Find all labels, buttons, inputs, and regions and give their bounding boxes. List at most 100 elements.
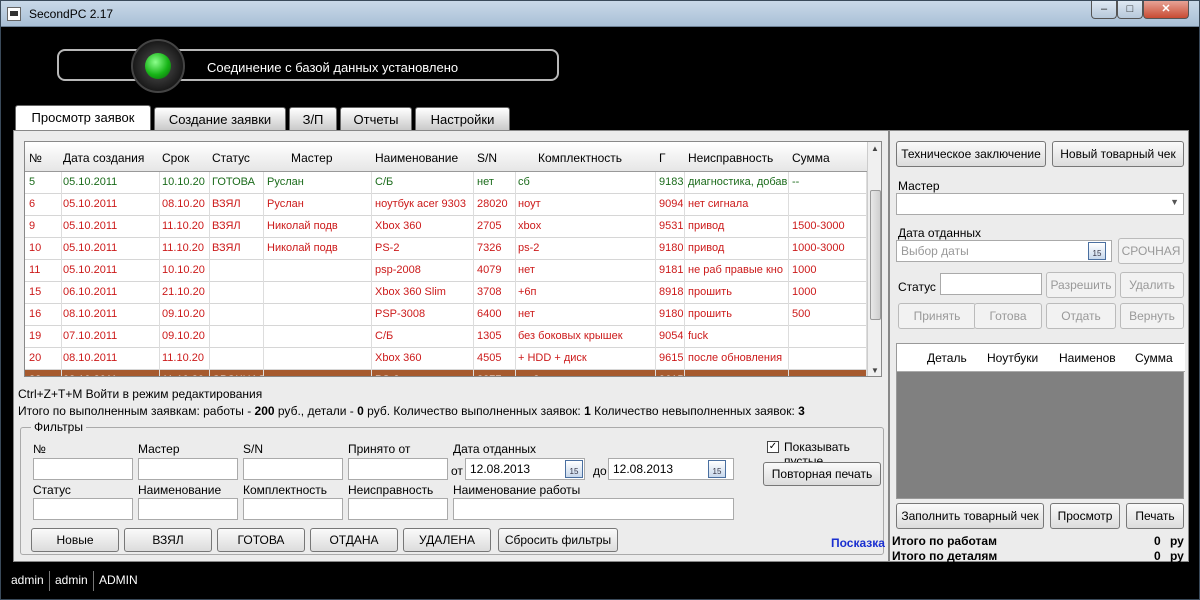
filter-accepted-input[interactable] xyxy=(348,458,448,480)
ready-button[interactable]: Готова xyxy=(974,303,1042,329)
col-header-number[interactable]: № xyxy=(29,151,42,165)
tab-reports[interactable]: Отчеты xyxy=(340,107,412,131)
col-header-sum[interactable]: Сумма xyxy=(792,151,830,165)
grid-column-divider xyxy=(866,172,867,376)
col-header-master[interactable]: Мастер xyxy=(291,151,333,165)
filter-taken-button[interactable]: ВЗЯЛ xyxy=(124,528,212,552)
filter-name-input[interactable] xyxy=(138,498,238,520)
tab-create-request[interactable]: Создание заявки xyxy=(154,107,286,131)
help-link[interactable]: Посказка xyxy=(831,536,885,550)
cell-created: 07.10.2011 xyxy=(63,330,118,342)
col-header-part[interactable]: Деталь xyxy=(927,351,967,365)
total-works-label: Итого по работам xyxy=(892,534,997,548)
fill-receipt-button[interactable]: Заполнить товарный чек xyxy=(896,503,1044,529)
tab-settings[interactable]: Настройки xyxy=(415,107,510,131)
app-icon xyxy=(7,7,21,21)
filter-ready-button[interactable]: ГОТОВА xyxy=(217,528,305,552)
completion-summary: Итого по выполненным заявкам: работы - 2… xyxy=(18,404,805,418)
cell-sn: 6400 xyxy=(477,308,502,320)
filter-status-input[interactable] xyxy=(33,498,133,520)
cell-deadline: 10.10.20 xyxy=(162,176,205,188)
table-row[interactable]: 10 05.10.2011 11.10.20 ВЗЯЛ Николай подв PS-2… xyxy=(25,238,867,260)
cell-created: 05.10.2011 xyxy=(63,198,118,210)
col-header-created[interactable]: Дата создания xyxy=(63,151,144,165)
col-header-name[interactable]: Наименование xyxy=(375,151,458,165)
col-header-laptops[interactable]: Ноутбуки xyxy=(987,351,1038,365)
cell-num: 15 xyxy=(29,286,42,298)
filter-kit-input[interactable] xyxy=(243,498,343,520)
show-empty-checkbox[interactable]: ✓ xyxy=(767,441,779,453)
table-row[interactable]: 16 08.10.2011 09.10.20 PSP-3008 6400 нет 9180 п… xyxy=(25,304,867,326)
cell-num: 9 xyxy=(29,220,36,232)
cell-sum: 1000-3000 xyxy=(792,242,845,254)
grid-scrollbar[interactable]: ▲ ▼ xyxy=(867,142,881,376)
date-given-input[interactable]: Выбор даты xyxy=(896,240,1112,262)
col-header-sn[interactable]: S/N xyxy=(477,151,497,165)
scroll-up-icon[interactable]: ▲ xyxy=(871,144,879,153)
allow-button[interactable]: Разрешить xyxy=(1046,272,1116,298)
table-row[interactable]: 11 05.10.2011 10.10.20 psp-2008 4079 нет 9181 н… xyxy=(25,260,867,282)
minimize-button[interactable]: – xyxy=(1091,1,1117,19)
delete-button[interactable]: Удалить xyxy=(1120,272,1184,298)
table-row[interactable]: 9 05.10.2011 11.10.20 ВЗЯЛ Николай подв Xbox … xyxy=(25,216,867,238)
cell-sum: 1000 xyxy=(792,286,817,298)
filter-kit-label: Комплектность xyxy=(243,483,328,497)
col-header-status[interactable]: Статус xyxy=(212,151,250,165)
table-row[interactable]: 6 05.10.2011 08.10.20 ВЗЯЛ Руслан ноутбук ace… xyxy=(25,194,867,216)
filter-new-button[interactable]: Новые xyxy=(31,528,119,552)
preview-button[interactable]: Просмотр xyxy=(1050,503,1120,529)
accept-button[interactable]: Принять xyxy=(898,303,976,329)
filter-given-button[interactable]: ОТДАНА xyxy=(310,528,398,552)
status-field[interactable] xyxy=(940,273,1042,295)
filter-work-input[interactable] xyxy=(453,498,734,520)
col-header-item-sum[interactable]: Сумма xyxy=(1135,351,1173,365)
calendar-icon[interactable]: 15 xyxy=(1088,242,1106,260)
grid-column-divider xyxy=(263,172,264,376)
cell-deadline: 21.10.20 xyxy=(162,286,205,298)
give-button[interactable]: Отдать xyxy=(1046,303,1116,329)
cell-sum: -- xyxy=(792,374,866,376)
cell-master: Николай подв xyxy=(267,220,338,232)
scroll-thumb[interactable] xyxy=(870,190,881,320)
table-row[interactable]: 22 08.10.201111.10.20 СРОЧНАЯ PS-2 2377ps-2 9… xyxy=(25,370,867,376)
filter-sn-input[interactable] xyxy=(243,458,343,480)
cell-deadline: 11.10.20 xyxy=(162,220,205,232)
tab-view-requests[interactable]: Просмотр заявок xyxy=(15,105,151,131)
close-button[interactable]: ✕ xyxy=(1143,1,1189,19)
table-row[interactable]: 19 07.10.2011 09.10.20 С/Б 1305 без боковых к… xyxy=(25,326,867,348)
tech-conclusion-button[interactable]: Техническое заключение xyxy=(896,141,1046,167)
urgent-button[interactable]: СРОЧНАЯ xyxy=(1118,238,1184,264)
grid-header: № Дата создания Срок Статус Мастер Наиме… xyxy=(25,142,867,172)
reset-filters-button[interactable]: Сбросить фильтры xyxy=(498,528,618,552)
status-login: admin xyxy=(55,573,88,587)
cell-created: 08.10.2011 xyxy=(63,352,118,364)
table-row[interactable]: 15 06.10.2011 21.10.20 Xbox 360 Slim 3708 +6п… xyxy=(25,282,867,304)
scroll-down-icon[interactable]: ▼ xyxy=(871,366,879,375)
col-header-fault[interactable]: Неисправность xyxy=(688,151,773,165)
calendar-icon[interactable]: 15 xyxy=(565,460,583,478)
filter-deleted-button[interactable]: УДАЛЕНА xyxy=(403,528,491,552)
filter-fault-input[interactable] xyxy=(348,498,448,520)
col-header-deadline[interactable]: Срок xyxy=(162,151,189,165)
table-row[interactable]: 20 08.10.2011 11.10.20 Xbox 360 4505 + HDD + … xyxy=(25,348,867,370)
maximize-button[interactable]: □ xyxy=(1117,1,1143,19)
summary-text: Количество невыполненных заявок: xyxy=(590,404,799,418)
reprint-button[interactable]: Повторная печать xyxy=(763,462,881,486)
tab-salary[interactable]: З/П xyxy=(289,107,337,131)
table-row[interactable]: 5 05.10.2011 10.10.20 ГОТОВА Руслан С/Б нет сб 9… xyxy=(25,172,867,194)
cell-kit: xbox xyxy=(518,220,542,232)
return-button[interactable]: Вернуть xyxy=(1120,303,1184,329)
new-receipt-button[interactable]: Новый товарный чек xyxy=(1052,141,1184,167)
filter-sn-label: S/N xyxy=(243,442,264,456)
col-header-item-name[interactable]: Наименов xyxy=(1059,351,1116,365)
calendar-icon[interactable]: 15 xyxy=(708,460,726,478)
currency-label: ру xyxy=(1170,534,1184,548)
print-button[interactable]: Печать xyxy=(1126,503,1184,529)
col-header-kit[interactable]: Комплектность xyxy=(538,151,622,165)
cell-num: 11 xyxy=(29,264,41,276)
filter-master-input[interactable] xyxy=(138,458,238,480)
cell-g: 9181 xyxy=(659,264,683,276)
master-select[interactable]: ▼ xyxy=(896,193,1184,215)
filter-num-input[interactable] xyxy=(33,458,133,480)
col-header-g[interactable]: Г xyxy=(659,151,666,165)
